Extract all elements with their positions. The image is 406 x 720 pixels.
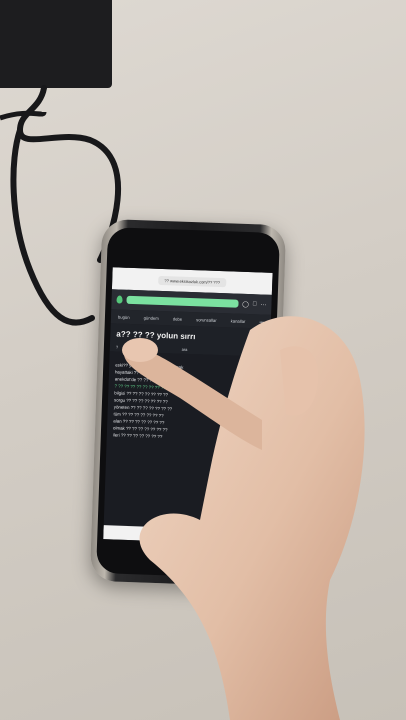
browser-bottom-bar — [103, 525, 264, 545]
entry-meta[interactable]: ?? ?? ?? ?? — [112, 441, 260, 453]
nav-item-debe[interactable]: debe — [173, 316, 182, 321]
nav-item-bugun[interactable]: bugün — [118, 314, 130, 319]
messages-icon[interactable]: □ — [253, 301, 257, 307]
follow-button[interactable]: takip et — [251, 349, 264, 354]
nav-item-more[interactable]: ••• — [259, 319, 264, 324]
entry-body: eski?? ye ?? ?? ?? ?? ?? ?? ??cak hayatt… — [106, 351, 270, 458]
nav-item-kanallar[interactable]: kanallar — [231, 318, 246, 324]
photo-scene: ?? www.eksisozluk.com/?? ??? ◯ □ ⋯ bugün… — [0, 0, 406, 720]
sort-button[interactable]: ? — [116, 344, 118, 349]
phone-screen: ?? www.eksisozluk.com/?? ??? ◯ □ ⋯ bugün… — [103, 267, 273, 545]
logo-drop-icon[interactable] — [116, 295, 123, 304]
phone-bezel: ?? www.eksisozluk.com/?? ??? ◯ □ ⋯ bugün… — [96, 227, 280, 579]
search-topic-button[interactable]: ara — [182, 347, 188, 352]
nav-item-gundem[interactable]: gündem — [144, 315, 159, 321]
smartphone: ?? www.eksisozluk.com/?? ??? ◯ □ ⋯ bugün… — [89, 218, 287, 588]
topic-title[interactable]: a?? ?? ?? yolun sırrı — [116, 329, 264, 343]
user-icon[interactable]: ◯ — [242, 300, 249, 307]
menu-icon[interactable]: ⋯ — [260, 301, 266, 308]
search-input[interactable] — [126, 295, 239, 308]
url-text[interactable]: ?? www.eksisozluk.com/?? ??? — [158, 275, 227, 287]
nav-item-sorunsallar[interactable]: sorunsallar — [196, 317, 217, 323]
